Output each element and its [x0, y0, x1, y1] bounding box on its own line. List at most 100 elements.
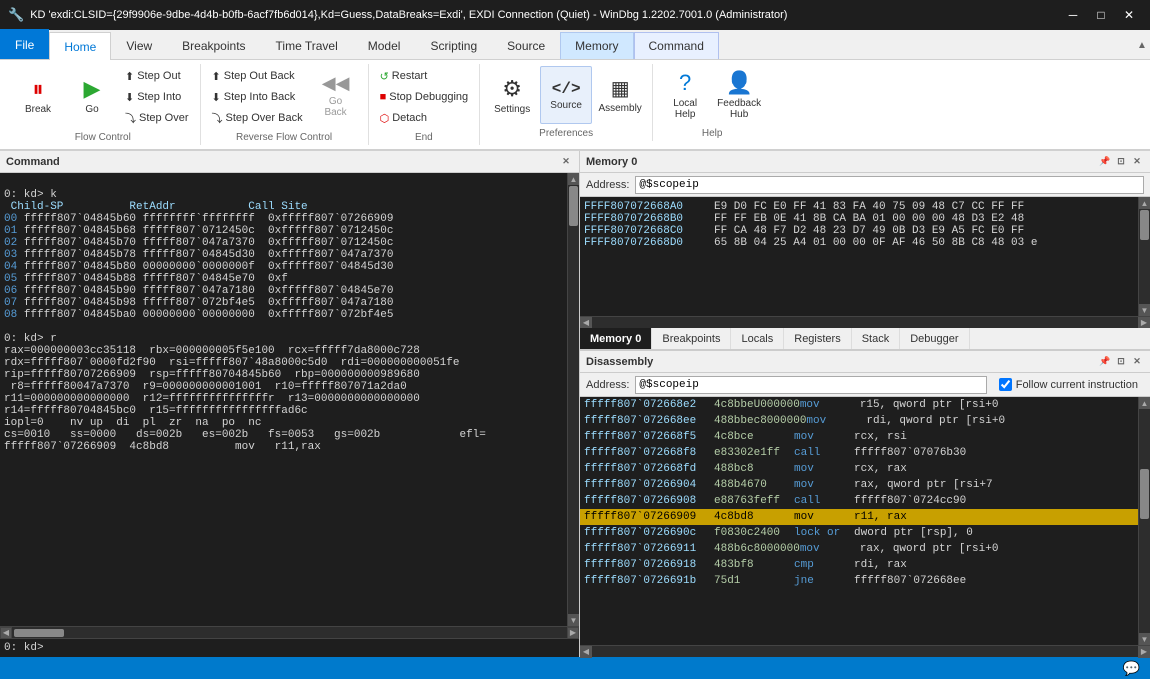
disasm-panel-close[interactable]: ✕	[1130, 355, 1144, 369]
status-chat-icon[interactable]: 💬	[1123, 660, 1140, 677]
disasm-vscrollbar[interactable]: ▲ ▼	[1138, 397, 1150, 645]
disasm-panel: Disassembly 📌 ⊡ ✕ Address: Follow curren…	[580, 351, 1150, 657]
tab-debugger[interactable]: Debugger	[900, 328, 969, 349]
follow-instruction-checkbox[interactable]	[999, 378, 1012, 391]
tab-breakpoints[interactable]: Breakpoints	[167, 32, 260, 59]
memory-row-1: FFFF807072668B0 FF FF EB 0E 41 8B CA BA …	[584, 213, 1134, 225]
tab-memory-0[interactable]: Memory 0	[580, 328, 652, 349]
vscroll-down-btn[interactable]: ▼	[568, 614, 579, 626]
command-panel-title: Command	[6, 156, 60, 168]
restart-button[interactable]: ↺ Restart	[375, 66, 474, 86]
step-out-back-button[interactable]: ⬆ Step Out Back	[207, 66, 308, 86]
disasm-hscroll-right[interactable]: ▶	[1138, 646, 1150, 658]
command-panel: Command ✕ 0: kd> k Child-SP RetAddr Call…	[0, 151, 580, 657]
mem-hscroll-left[interactable]: ◀	[580, 317, 592, 329]
assembly-button[interactable]: ▦ Assembly	[594, 66, 646, 124]
memory-hscrollbar[interactable]: ◀ ▶	[580, 316, 1150, 328]
ribbon-tab-bar: File Home View Breakpoints Time Travel M…	[0, 30, 1150, 60]
memory-panel-pin[interactable]: 📌	[1098, 155, 1112, 169]
go-button[interactable]: ▶ Go	[66, 66, 118, 124]
group-help: ? LocalHelp 👤 FeedbackHub Help	[653, 64, 771, 141]
stop-label: Stop Debugging	[389, 91, 468, 103]
detach-button[interactable]: ⬡ Detach	[375, 108, 474, 128]
minimize-button[interactable]: ─	[1060, 4, 1086, 26]
command-input-field[interactable]	[48, 642, 575, 654]
tab-time-travel[interactable]: Time Travel	[261, 32, 353, 59]
disasm-panel-header: Disassembly 📌 ⊡ ✕	[580, 351, 1150, 373]
command-panel-header: Command ✕	[0, 151, 579, 173]
mem-vscroll-thumb[interactable]	[1140, 210, 1149, 240]
settings-button[interactable]: ⚙ Settings	[486, 66, 538, 124]
tab-model[interactable]: Model	[353, 32, 416, 59]
command-panel-close[interactable]: ✕	[559, 155, 573, 169]
command-hscrollbar[interactable]: ◀ ▶	[0, 626, 579, 638]
memory-vscrollbar[interactable]: ▲ ▼	[1138, 197, 1150, 316]
mem-vscroll-up[interactable]: ▲	[1139, 197, 1150, 209]
command-line-0: 0: kd> k	[4, 189, 57, 201]
memory-panel-restore[interactable]: ⊡	[1114, 155, 1128, 169]
local-help-button[interactable]: ? LocalHelp	[659, 66, 711, 124]
ribbon-collapse-btn[interactable]: ▲	[1134, 32, 1150, 59]
memory-panel-close[interactable]: ✕	[1130, 155, 1144, 169]
vscroll-up-btn[interactable]: ▲	[568, 173, 579, 185]
close-button[interactable]: ✕	[1116, 4, 1142, 26]
tab-stack[interactable]: Stack	[852, 328, 901, 349]
tab-file[interactable]: File	[0, 29, 49, 59]
mem-hscroll-right[interactable]: ▶	[1138, 317, 1150, 329]
feedback-hub-button[interactable]: 👤 FeedbackHub	[713, 66, 765, 124]
hscroll-left-btn[interactable]: ◀	[0, 627, 12, 639]
disasm-hscroll-left[interactable]: ◀	[580, 646, 592, 658]
command-line-9: 07 fffff807`04845b98 fffff807`072bf4e5 0…	[4, 297, 393, 309]
disasm-vscroll-up[interactable]: ▲	[1139, 397, 1150, 409]
memory-row-3: FFFF807072668D0 65 8B 04 25 A4 01 00 00 …	[584, 237, 1134, 249]
tab-registers[interactable]: Registers	[784, 328, 851, 349]
step-out-icon: ⬆	[125, 70, 134, 83]
step-over-back-button[interactable]: ⤵ Step Over Back	[207, 108, 308, 128]
source-button[interactable]: </> Source	[540, 66, 592, 124]
disasm-vscroll-thumb[interactable]	[1140, 469, 1149, 519]
tab-scripting[interactable]: Scripting	[415, 32, 492, 59]
disasm-panel-controls: 📌 ⊡ ✕	[1098, 355, 1144, 369]
title-bar: 🔧 KD 'exdi:CLSID={29f9906e-9dbe-4d4b-b0f…	[0, 0, 1150, 30]
stop-debugging-button[interactable]: ■ Stop Debugging	[375, 87, 474, 107]
break-button[interactable]: ⏸ Break	[12, 66, 64, 124]
memory-address-bar: Address:	[580, 173, 1150, 197]
command-vscrollbar[interactable]: ▲ ▼	[567, 173, 579, 626]
memory-address-input[interactable]	[635, 176, 1144, 194]
mem-vscroll-down[interactable]: ▼	[1139, 304, 1150, 316]
step-over-button[interactable]: ⤵ Step Over	[120, 108, 194, 128]
hscroll-thumb[interactable]	[14, 629, 64, 637]
go-back-button[interactable]: ◀◀ GoBack	[310, 66, 362, 124]
tab-breakpoints[interactable]: Breakpoints	[652, 328, 731, 349]
maximize-button[interactable]: □	[1088, 4, 1114, 26]
tab-source[interactable]: Source	[492, 32, 560, 59]
step-into-back-button[interactable]: ⬇ Step Into Back	[207, 87, 308, 107]
step-out-back-icon: ⬆	[212, 70, 221, 83]
step-out-button[interactable]: ⬆ Step Out	[120, 66, 194, 86]
tab-command[interactable]: Command	[634, 32, 719, 59]
tab-locals[interactable]: Locals	[731, 328, 784, 349]
assembly-label: Assembly	[598, 103, 641, 114]
flow-control-label: Flow Control	[75, 128, 131, 143]
command-r11: r11=000000000000000 r12=fffffffffffffffr…	[4, 393, 420, 405]
hscroll-right-btn[interactable]: ▶	[567, 627, 579, 639]
memory-panel-header: Memory 0 📌 ⊡ ✕	[580, 151, 1150, 173]
disasm-scroll-area: fffff807`072668e2 4c8bbeU000000 mov r15,…	[580, 397, 1150, 645]
break-icon: ⏸	[32, 76, 43, 102]
vscroll-thumb[interactable]	[569, 186, 578, 226]
disasm-hscrollbar[interactable]: ◀ ▶	[580, 645, 1150, 657]
disasm-panel-pin[interactable]: 📌	[1098, 355, 1112, 369]
tab-home[interactable]: Home	[49, 32, 111, 60]
settings-label: Settings	[494, 104, 530, 115]
help-label: Help	[702, 124, 723, 139]
disasm-address-input[interactable]	[635, 376, 986, 394]
memory-row-2: FFFF807072668C0 FF CA 48 F7 D2 48 23 D7 …	[584, 225, 1134, 237]
disasm-vscroll-down[interactable]: ▼	[1139, 633, 1150, 645]
feedback-hub-icon: 👤	[725, 70, 752, 96]
stop-icon: ■	[380, 91, 387, 103]
tab-memory[interactable]: Memory	[560, 32, 633, 59]
disasm-address-label: Address:	[586, 379, 629, 391]
disasm-panel-restore[interactable]: ⊡	[1114, 355, 1128, 369]
tab-view[interactable]: View	[111, 32, 167, 59]
step-into-button[interactable]: ⬇ Step Into	[120, 87, 194, 107]
